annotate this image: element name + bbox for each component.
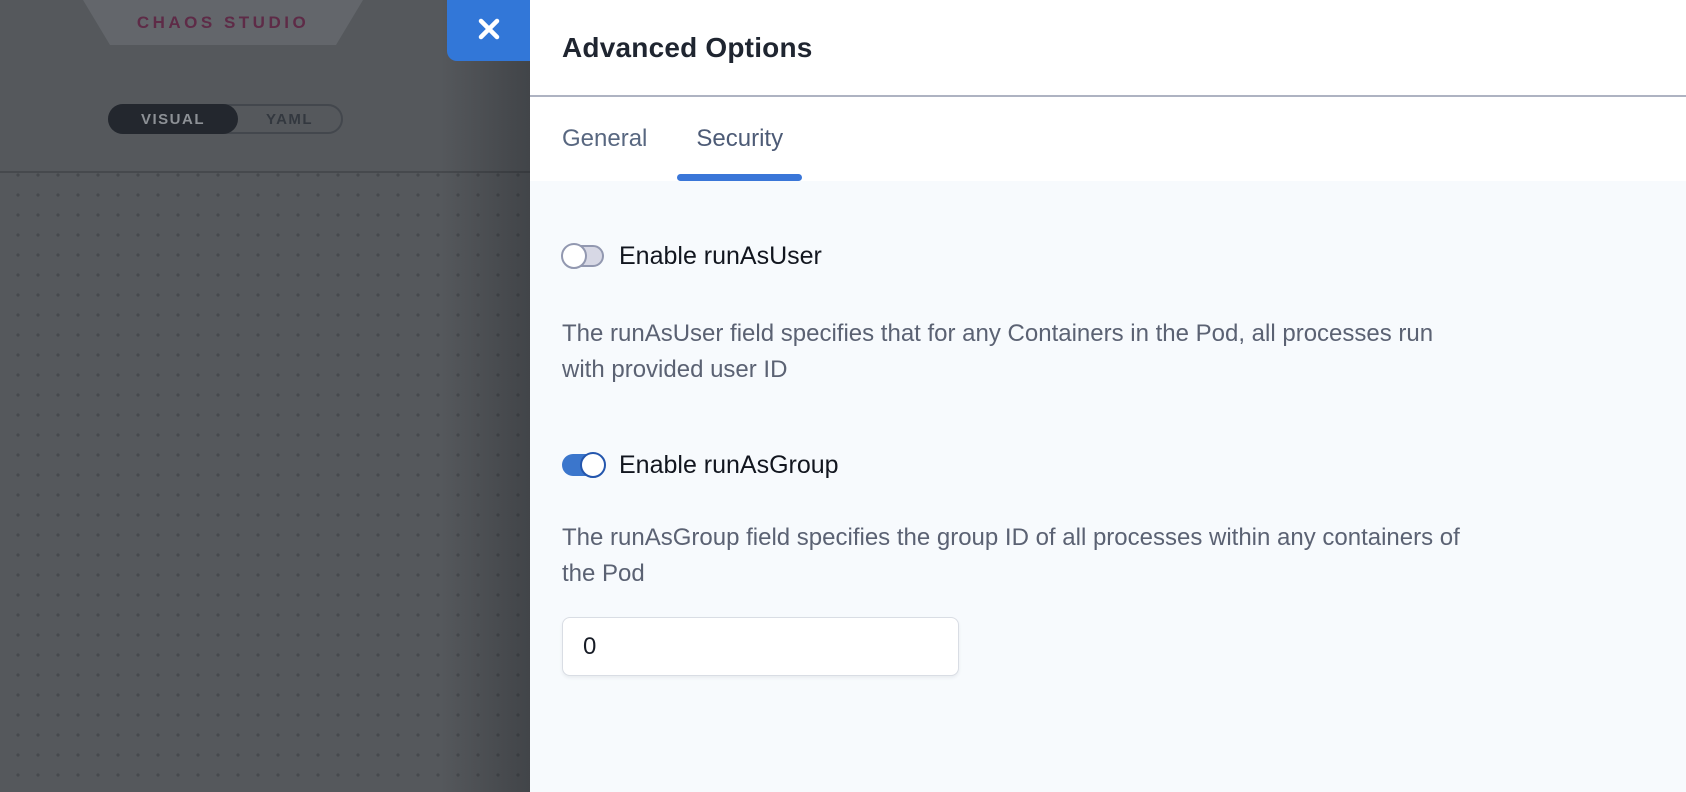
run-as-user-label: Enable runAsUser — [619, 242, 822, 271]
toggle-knob — [561, 243, 587, 269]
visual-yaml-toggle[interactable]: VISUAL YAML — [108, 104, 343, 134]
security-tab-panel: Enable runAsUser The runAsUser field spe… — [530, 181, 1686, 792]
run-as-group-toggle[interactable] — [562, 454, 604, 476]
run-as-user-toggle[interactable] — [562, 245, 604, 267]
brand-banner: CHAOS STUDIO — [83, 0, 363, 45]
run-as-group-label: Enable runAsGroup — [619, 451, 839, 480]
run-as-user-description: The runAsUser field specifies that for a… — [562, 316, 1474, 388]
visual-mode-button[interactable]: VISUAL — [108, 104, 238, 134]
close-icon — [477, 17, 501, 44]
tab-general[interactable]: General — [562, 97, 647, 181]
run-as-group-description: The runAsGroup field specifies the group… — [562, 520, 1474, 592]
drawer-header: Advanced Options — [530, 0, 1686, 97]
run-as-group-value-input[interactable] — [562, 617, 959, 676]
drawer-tabs: General Security — [530, 97, 1686, 181]
tab-security[interactable]: Security — [677, 97, 802, 181]
run-as-user-row: Enable runAsUser — [562, 243, 1654, 269]
toggle-knob — [580, 452, 606, 478]
yaml-mode-button[interactable]: YAML — [238, 111, 341, 128]
brand-title: CHAOS STUDIO — [137, 13, 309, 33]
run-as-group-row: Enable runAsGroup — [562, 452, 1654, 478]
chaos-studio-canvas: CHAOS STUDIO VISUAL YAML — [0, 0, 530, 792]
close-drawer-button[interactable] — [447, 0, 530, 61]
canvas-dot-grid — [0, 173, 530, 792]
drawer-title: Advanced Options — [562, 32, 813, 64]
advanced-options-drawer: Advanced Options General Security Enable… — [530, 0, 1686, 792]
